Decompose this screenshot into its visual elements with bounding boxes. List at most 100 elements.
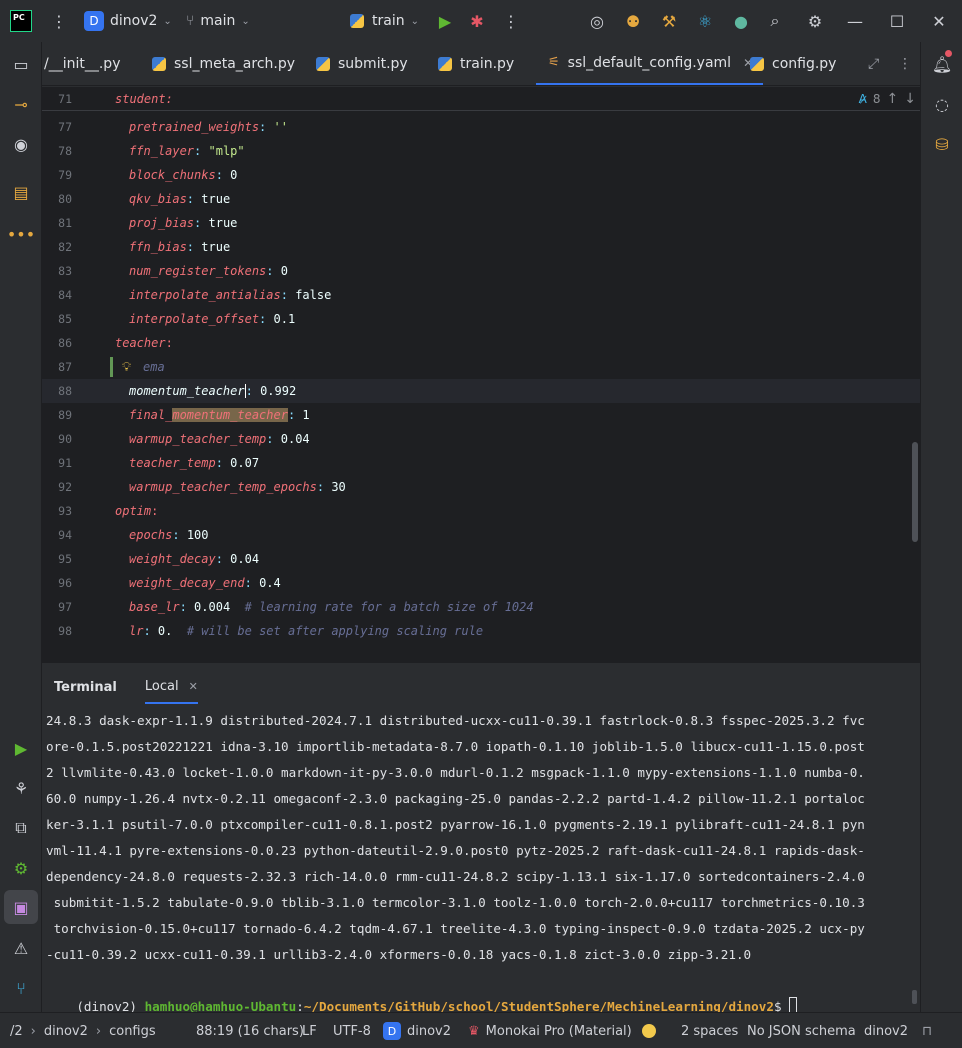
indent-setting[interactable]: 2 spaces	[681, 1013, 738, 1048]
tab-submit[interactable]: submit.py	[316, 42, 408, 85]
chevron-down-icon: ⌄	[163, 15, 172, 27]
tab-init[interactable]: /__init__.py	[44, 42, 120, 85]
code-line[interactable]: 89 final_momentum_teacher: 1	[42, 403, 920, 427]
interpreter-badge: D	[383, 1022, 401, 1040]
code-line[interactable]: 78 ffn_layer: "mlp"	[42, 139, 920, 163]
breadcrumb-item[interactable]: /2	[10, 1024, 23, 1039]
previous-occurrence-icon[interactable]: ↑	[887, 91, 899, 107]
tab-options-icon[interactable]: ⋮	[898, 42, 912, 85]
code-line[interactable]: 98 lr: 0. # will be set after applying sc…	[42, 619, 920, 643]
problems-icon[interactable]: ⚠	[9, 936, 33, 960]
code-line[interactable]: 97 base_lr: 0.004 # learning rate for a b…	[42, 595, 920, 619]
commit-icon[interactable]: ⊸	[9, 92, 33, 116]
line-number: 97	[58, 600, 72, 614]
project-selector[interactable]: D dinov2 ⌄	[84, 0, 172, 42]
close-window-icon[interactable]: ✕	[928, 10, 950, 32]
chevron-right-icon: ›	[30, 1023, 36, 1039]
file-encoding[interactable]: UTF-8	[333, 1013, 371, 1048]
line-number: 88	[58, 384, 72, 398]
editor-scrollbar[interactable]	[912, 442, 918, 542]
github-icon[interactable]: ◉	[9, 132, 33, 156]
run-tool-icon[interactable]: ▶	[9, 736, 33, 760]
yaml-value: 30	[331, 480, 346, 494]
python-console-icon[interactable]: ⧉	[9, 816, 33, 840]
inspection-status[interactable]	[642, 1013, 656, 1048]
atom-icon[interactable]: ⚛	[694, 10, 716, 32]
terminal-output[interactable]: 24.8.3 dask-expr-1.1.9 distributed-2024.…	[42, 704, 920, 1012]
more-tools-icon[interactable]: •••	[7, 222, 35, 246]
main-menu-icon[interactable]: ⋮	[48, 10, 70, 32]
lock-icon[interactable]: ⊓	[922, 1013, 932, 1048]
more-actions-icon[interactable]: ⋮	[500, 10, 522, 32]
python-interpreter[interactable]: D dinov2	[383, 1013, 451, 1048]
version-control-icon[interactable]: ⑂	[9, 976, 33, 1000]
terminal-prompt[interactable]: (dinov2) hamhuo@hamhuo-Ubantu:~/Document…	[46, 968, 798, 1012]
terminal-scrollbar[interactable]	[912, 990, 917, 1004]
terminal-session-tab[interactable]: Local ✕	[144, 670, 198, 704]
tab-ssl-meta-arch[interactable]: ssl_meta_arch.py	[152, 42, 295, 85]
code-line[interactable]: 87 💡︎ ema	[42, 355, 920, 379]
services-icon[interactable]: ⚙	[9, 856, 33, 880]
yaml-key: weight_decay	[129, 552, 216, 566]
code-line[interactable]: 77 pretrained_weights: ''	[42, 115, 920, 139]
yaml-key: block_chunks	[129, 168, 216, 182]
ai-chat-icon[interactable]: ◌	[930, 92, 954, 116]
code-line[interactable]: 95 weight_decay: 0.04	[42, 547, 920, 571]
maximize-icon[interactable]: ☐	[886, 10, 908, 32]
code-line[interactable]: 86 teacher:	[42, 331, 920, 355]
terminal-line: -cu11-0.39.2 ucxx-cu11-0.39.1 urllib3-2.…	[46, 947, 752, 962]
code-line[interactable]: 82 ffn_bias: true	[42, 235, 920, 259]
code-line[interactable]: 94 epochs: 100	[42, 523, 920, 547]
tab-train[interactable]: train.py	[438, 42, 514, 85]
branch-selector[interactable]: ⑂ main ⌄	[186, 0, 250, 42]
database-icon[interactable]: ⛁	[930, 132, 954, 156]
debug-icon[interactable]: ✱	[466, 10, 488, 32]
minimize-icon[interactable]: —	[844, 10, 866, 32]
code-line[interactable]: 91 teacher_temp: 0.07	[42, 451, 920, 475]
close-session-icon[interactable]: ✕	[189, 680, 198, 693]
code-line[interactable]: 83 num_register_tokens: 0	[42, 259, 920, 283]
code-line[interactable]: 85 interpolate_offset: 0.1	[42, 307, 920, 331]
code-editor[interactable]: 76drop_path_uniform: true77pretrained_we…	[42, 87, 920, 663]
project-view-icon[interactable]: ▭	[9, 52, 33, 76]
python-packages-icon[interactable]: ⚘	[9, 776, 33, 800]
breadcrumb-item[interactable]: configs	[109, 1024, 156, 1039]
code-line[interactable]: 80 qkv_bias: true	[42, 187, 920, 211]
build-tools-icon[interactable]: ⚒	[658, 10, 680, 32]
pycharm-logo[interactable]: PC	[10, 10, 32, 32]
ai-assistant-icon[interactable]: ◎	[586, 10, 608, 32]
code-line[interactable]: 96 weight_decay_end: 0.4	[42, 571, 920, 595]
code-line[interactable]: 88 momentum_teacher: 0.992	[42, 379, 920, 403]
next-occurrence-icon[interactable]: ↓	[904, 91, 916, 107]
run-config-selector[interactable]: train ⌄	[350, 0, 419, 42]
caret-position[interactable]: 88:19 (16 chars)	[196, 1013, 304, 1048]
terminal-line: 60.0 numpy-1.26.4 nvtx-0.2.11 omegaconf-…	[46, 791, 865, 806]
code-with-me-icon[interactable]: ⚉	[622, 10, 644, 32]
theme-selector[interactable]: ♛ Monokai Pro (Material)	[468, 1013, 632, 1048]
status-dot-icon[interactable]: ●	[730, 10, 752, 32]
json-schema[interactable]: No JSON schema	[747, 1013, 856, 1048]
code-line[interactable]: 93 optim:	[42, 499, 920, 523]
code-line[interactable]: 84 interpolate_antialias: false	[42, 283, 920, 307]
tab-ssl-default-config[interactable]: ⚟ ssl_default_config.yaml ✕	[536, 42, 764, 85]
yaml-key: interpolate_antialias	[129, 288, 281, 302]
search-icon[interactable]: ⌕	[764, 10, 786, 32]
terminal-icon[interactable]: ▣	[4, 890, 38, 924]
code-line[interactable]: 79 block_chunks: 0	[42, 163, 920, 187]
tab-config[interactable]: config.py	[750, 42, 836, 85]
lightbulb-icon[interactable]: 💡︎	[122, 360, 131, 375]
run-icon[interactable]: ▶	[434, 10, 456, 32]
left-tool-strip: ▭ ⊸ ◉ ▤ ••• ▶ ⚘ ⧉ ⚙ ▣ ⚠ ⑂	[0, 42, 42, 1012]
yaml-key: proj_bias	[129, 216, 195, 230]
structure-icon[interactable]: ▤	[9, 180, 33, 204]
line-separator[interactable]: LF	[302, 1013, 317, 1048]
interpreter-name: dinov2	[407, 1023, 452, 1039]
yaml-value: 0.04	[230, 552, 260, 566]
git-branch-status[interactable]: dinov2	[864, 1013, 908, 1048]
expand-editor-icon[interactable]: ⤢	[868, 42, 879, 85]
breadcrumb-item[interactable]: dinov2	[44, 1024, 88, 1039]
settings-gear-icon[interactable]: ⚙	[804, 10, 826, 32]
code-line[interactable]: 81 proj_bias: true	[42, 211, 920, 235]
code-line[interactable]: 92 warmup_teacher_temp_epochs: 30	[42, 475, 920, 499]
code-line[interactable]: 90 warmup_teacher_temp: 0.04	[42, 427, 920, 451]
